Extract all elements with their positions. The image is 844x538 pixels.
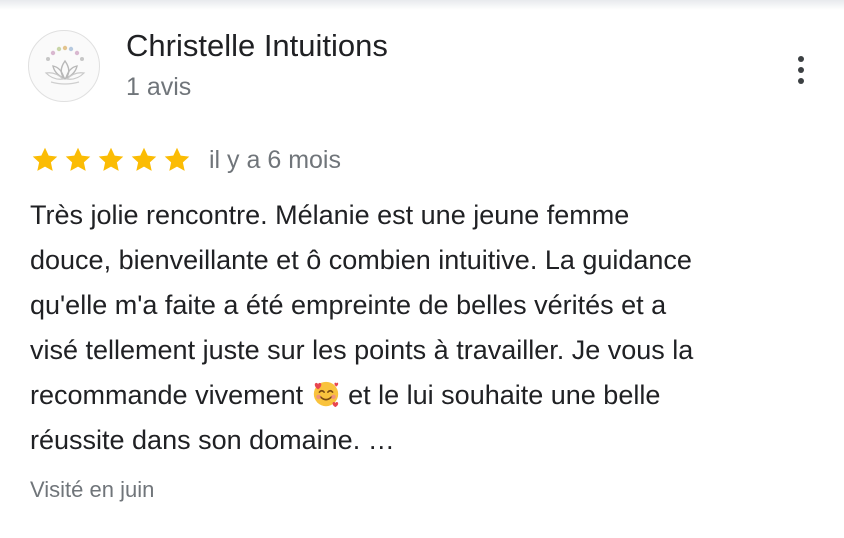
author-name[interactable]: Christelle Intuitions <box>126 26 388 66</box>
review-text-line: Très jolie rencontre. Mélanie est une je… <box>30 200 630 230</box>
review-text-line: visé tellement juste sur les points à tr… <box>30 335 694 365</box>
more-vert-icon <box>798 56 804 62</box>
star-icon <box>32 147 58 171</box>
lotus-logo-icon <box>44 45 86 85</box>
review-text-line: et le lui souhaite une belle <box>340 380 661 410</box>
star-icon <box>98 147 124 171</box>
review-card: Christelle Intuitions 1 avis il y a 6 mo… <box>0 0 844 538</box>
star-rating <box>30 145 195 175</box>
smiling-face-with-hearts-icon <box>313 381 338 408</box>
star-icon <box>131 147 157 171</box>
review-date: il y a 6 mois <box>209 145 341 174</box>
review-text: Très jolie rencontre. Mélanie est une je… <box>30 193 830 463</box>
more-vert-icon-dot <box>798 67 804 73</box>
star-icon <box>65 147 91 171</box>
more-options-button[interactable] <box>786 50 816 90</box>
author-review-count: 1 avis <box>126 73 192 101</box>
visit-date: Visité en juin <box>30 477 155 502</box>
review-text-line: douce, bienveillante et ô combien intuit… <box>30 245 692 275</box>
rating-row: il y a 6 mois <box>30 142 341 178</box>
author-avatar[interactable] <box>28 30 100 102</box>
star-icon <box>164 147 190 171</box>
review-text-line: qu'elle m'a faite a été empreinte de bel… <box>30 290 667 320</box>
review-text-line: recommande vivement <box>30 380 311 410</box>
review-text-line: réussite dans son domaine. … <box>30 425 395 455</box>
more-vert-icon-dot <box>798 78 804 84</box>
